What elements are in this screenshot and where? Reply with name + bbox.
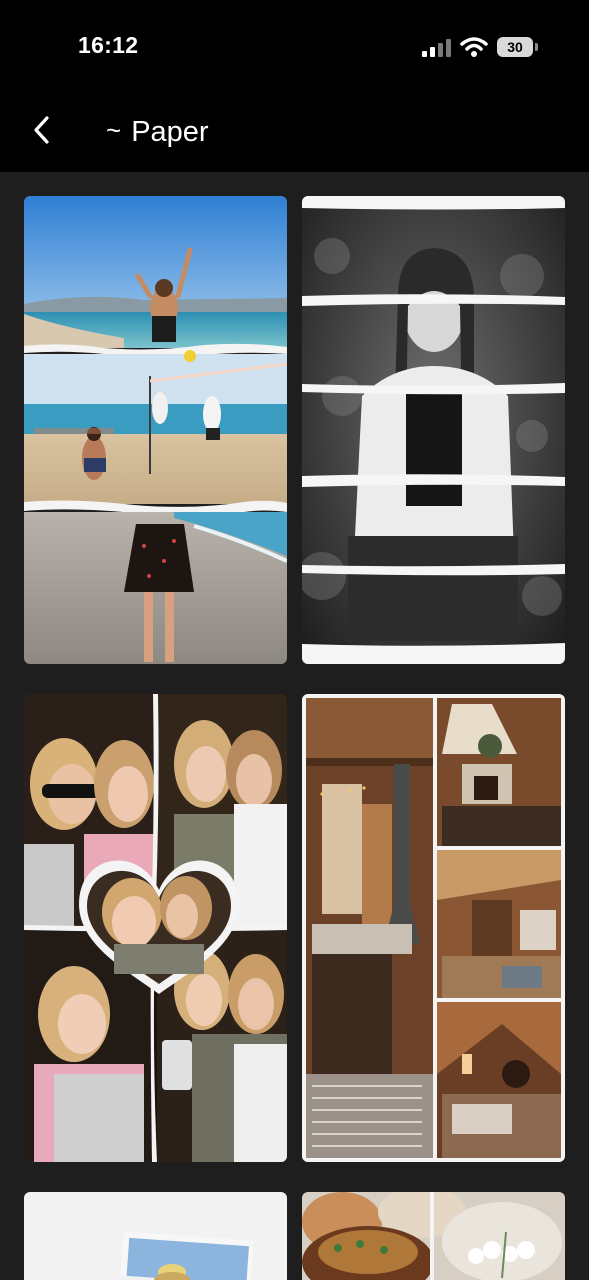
status-bar: 16:12 30 — [0, 0, 589, 96]
template-friends-heart[interactable] — [24, 694, 287, 1162]
wifi-icon — [460, 37, 488, 57]
battery-tip — [535, 43, 538, 51]
title-area: ~ Paper — [106, 115, 209, 149]
back-button[interactable] — [24, 112, 60, 148]
battery-icon: 30 — [497, 37, 533, 57]
template-cabin-interior[interactable] — [302, 694, 565, 1162]
template-paper-frame[interactable] — [24, 1192, 287, 1280]
chevron-left-icon — [34, 116, 49, 144]
template-beach-collage[interactable] — [24, 196, 287, 664]
template-food[interactable] — [302, 1192, 565, 1280]
title-tilde: ~ — [106, 115, 122, 145]
status-time: 16:12 — [78, 32, 139, 58]
signal-icon — [422, 39, 451, 57]
page-title: Paper — [131, 116, 209, 148]
nav-bar: ~ Paper — [0, 96, 589, 172]
template-bw-strips[interactable] — [302, 196, 565, 664]
template-grid — [0, 172, 589, 1280]
